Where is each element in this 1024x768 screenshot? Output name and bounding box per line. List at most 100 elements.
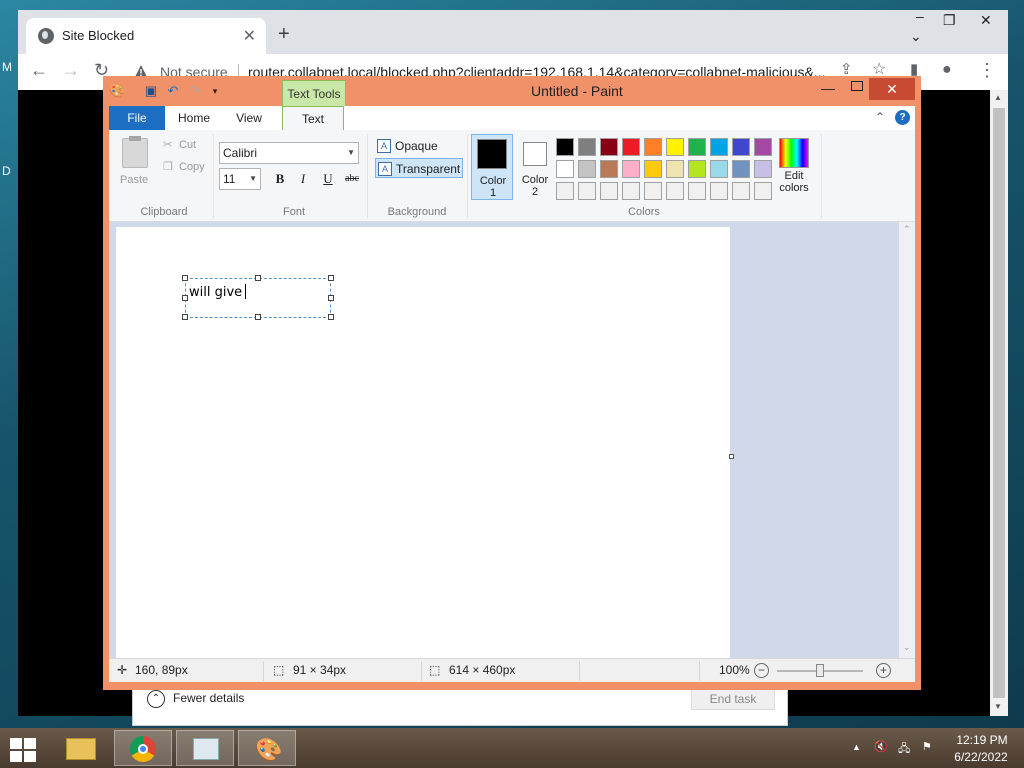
tab-home[interactable]: Home [169,106,219,130]
palette-swatch[interactable] [710,160,728,178]
resize-handle[interactable] [328,314,334,320]
paste-icon[interactable] [122,136,148,168]
text-box[interactable]: will give [182,275,334,320]
palette-swatch[interactable] [644,138,662,156]
edit-colors-button[interactable]: Edit colors [769,170,819,194]
taskbar-paint[interactable]: 🎨 [238,730,296,766]
chevron-up-icon[interactable]: ⌃ [147,690,165,708]
taskbar-file-explorer[interactable] [52,730,110,766]
minimize-paint-button[interactable]: — [821,80,835,96]
tab-text[interactable]: Text [282,106,344,131]
undo-icon[interactable]: ↶ [165,83,181,99]
palette-swatch[interactable] [600,160,618,178]
help-icon[interactable]: ? [895,110,910,125]
resize-handle[interactable] [255,275,261,281]
palette-swatch[interactable] [578,138,596,156]
resize-handle[interactable] [182,295,188,301]
action-center-icon[interactable]: ⚑ [922,740,932,753]
copy-button[interactable]: ❐ Copy [163,160,205,173]
palette-swatch[interactable] [556,182,574,200]
transparent-button[interactable]: A Transparent [375,158,463,178]
scroll-down-icon[interactable]: ▼ [994,702,1002,711]
minimize-ribbon-chevron-icon[interactable]: ⌃ [875,110,885,124]
network-icon[interactable]: 🖧 [898,740,910,759]
tab-file[interactable]: File [109,106,165,130]
canvas-text-content[interactable]: will give [189,284,247,300]
canvas-resize-handle[interactable] [729,454,734,459]
save-icon[interactable]: ▣ [143,83,159,99]
close-paint-button[interactable]: ✕ [869,78,915,100]
zoom-out-button[interactable]: − [754,663,769,678]
paint-app-icon[interactable]: 🎨 [109,83,125,99]
resize-handle[interactable] [328,295,334,301]
color2-button[interactable]: Color 2 [514,134,556,200]
resize-handle[interactable] [328,275,334,281]
taskbar-task-manager[interactable] [176,730,234,766]
italic-button[interactable]: I [294,170,312,188]
palette-swatch[interactable] [688,138,706,156]
font-family-select[interactable]: Calibri ▼ [219,142,359,164]
underline-button[interactable]: U [319,170,337,188]
palette-swatch[interactable] [688,182,706,200]
palette-swatch[interactable] [666,160,684,178]
edit-colors-icon[interactable] [779,138,809,168]
palette-swatch[interactable] [644,182,662,200]
strikethrough-button[interactable]: abc [341,170,363,188]
canvas-scrollbar[interactable]: ⌃ ⌄ [899,222,915,658]
palette-swatch[interactable] [622,182,640,200]
profile-avatar-icon[interactable]: ● [942,60,952,80]
show-hidden-icons-chevron-icon[interactable]: ▲ [852,742,861,752]
maximize-paint-button[interactable] [851,81,863,91]
resize-handle[interactable] [182,275,188,281]
palette-swatch[interactable] [732,182,750,200]
scrollbar-thumb[interactable] [993,108,1005,698]
resize-handle[interactable] [255,314,261,320]
palette-swatch[interactable] [710,138,728,156]
opaque-button[interactable]: A Opaque [375,136,463,156]
palette-swatch[interactable] [732,138,750,156]
bold-button[interactable]: B [271,170,289,188]
zoom-in-button[interactable]: + [876,663,891,678]
close-browser-button[interactable]: ✕ [980,12,992,29]
cut-button[interactable]: ✂ Cut [163,138,196,151]
clock-date[interactable]: 6/22/2022 [950,750,1012,764]
palette-swatch[interactable] [578,160,596,178]
tab-close-icon[interactable]: ✕ [243,26,256,46]
redo-icon[interactable]: ↷ [187,83,203,99]
palette-swatch[interactable] [622,160,640,178]
palette-swatch[interactable] [666,138,684,156]
browser-scrollbar[interactable]: ▲ ▼ [990,90,1008,716]
palette-swatch[interactable] [732,160,750,178]
forward-button[interactable]: → [62,60,80,80]
customize-qat-icon[interactable]: ▾ [207,83,223,99]
palette-swatch[interactable] [710,182,728,200]
palette-swatch[interactable] [754,138,772,156]
browser-tab[interactable]: Site Blocked ✕ [26,18,266,54]
volume-muted-icon[interactable]: 🔇 [874,740,888,753]
color1-button[interactable]: Color 1 [471,134,513,200]
back-button[interactable]: ← [30,60,48,80]
scroll-down-icon[interactable]: ⌄ [903,642,911,653]
paste-button[interactable]: Paste [120,174,148,186]
start-button[interactable] [8,736,38,762]
palette-swatch[interactable] [622,138,640,156]
palette-swatch[interactable] [556,138,574,156]
font-size-select[interactable]: 11 ▼ [219,168,261,190]
menu-kebab-icon[interactable]: ⋮ [978,60,996,80]
palette-swatch[interactable] [600,138,618,156]
resize-handle[interactable] [182,314,188,320]
zoom-slider-thumb[interactable] [816,664,824,677]
palette-swatch[interactable] [556,160,574,178]
minimize-browser-button[interactable]: – [916,8,924,24]
taskbar-chrome[interactable] [114,730,172,766]
palette-swatch[interactable] [600,182,618,200]
maximize-browser-button[interactable]: ❐ [943,12,956,29]
palette-swatch[interactable] [578,182,596,200]
scroll-up-icon[interactable]: ⌃ [903,224,911,235]
new-tab-button[interactable]: + [278,24,290,44]
end-task-button[interactable]: End task [691,688,775,710]
palette-swatch[interactable] [666,182,684,200]
palette-swatch[interactable] [644,160,662,178]
clock-time[interactable]: 12:19 PM [954,733,1010,747]
tab-view[interactable]: View [224,106,274,130]
